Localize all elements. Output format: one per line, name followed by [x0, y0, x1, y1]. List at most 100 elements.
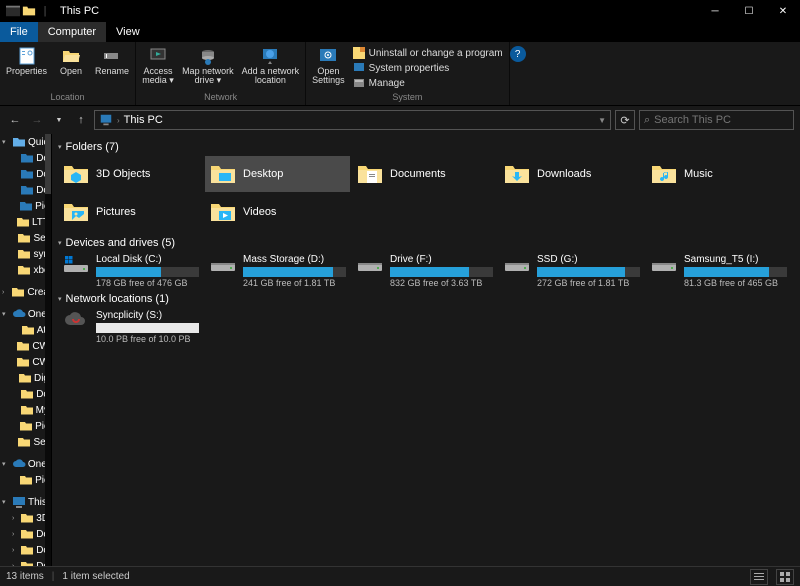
access-media-button[interactable]: Access media ▾: [140, 44, 176, 92]
tree-item[interactable]: Do: [0, 166, 51, 182]
address-text: This PC: [124, 114, 163, 126]
close-button[interactable]: ✕: [766, 0, 800, 22]
tree-item[interactable]: Att: [0, 322, 51, 338]
sidebar-scrollbar[interactable]: [45, 134, 51, 566]
tree-item[interactable]: Ser: [0, 230, 51, 246]
drive-usage-bar: [390, 267, 493, 277]
add-location-button[interactable]: Add a network location: [240, 44, 302, 92]
nav-bar: ← → ▼ ↑ › This PC ▼ ⟳ ⌕: [0, 106, 800, 134]
section-network[interactable]: ▾ Network locations (1): [58, 290, 794, 308]
drive-item[interactable]: Samsung_T5 (I:)81.3 GB free of 465 GB: [646, 252, 791, 290]
up-button[interactable]: ↑: [72, 111, 90, 129]
pc-icon: [99, 113, 113, 127]
qat-divider: |: [38, 4, 52, 18]
window-title: This PC: [60, 5, 99, 17]
refresh-button[interactable]: ⟳: [615, 110, 635, 130]
history-dropdown[interactable]: ▼: [50, 111, 68, 129]
tree-item[interactable]: ▾Onel: [0, 306, 51, 322]
tree-item[interactable]: Pic: [0, 198, 51, 214]
drive-item[interactable]: SSD (G:)272 GB free of 1.81 TB: [499, 252, 644, 290]
chevron-down-icon: ▾: [58, 143, 62, 151]
tree-item[interactable]: Do: [0, 182, 51, 198]
folder-label: Videos: [243, 206, 276, 218]
search-box[interactable]: ⌕: [639, 110, 794, 130]
folder-item[interactable]: 3D Objects: [58, 156, 203, 192]
section-drives[interactable]: ▾ Devices and drives (5): [58, 234, 794, 252]
qat-folder-icon[interactable]: [22, 4, 36, 18]
tree-item[interactable]: ›3D: [0, 510, 51, 526]
open-button[interactable]: Open: [53, 44, 89, 92]
rename-button[interactable]: Rename: [93, 44, 131, 92]
folder-label: Music: [684, 168, 713, 180]
back-button[interactable]: ←: [6, 111, 24, 129]
folder-item[interactable]: Documents: [352, 156, 497, 192]
folder-label: Pictures: [96, 206, 136, 218]
properties-button[interactable]: Properties: [4, 44, 49, 92]
search-input[interactable]: [654, 114, 789, 126]
tree-item[interactable]: Ser: [0, 434, 51, 450]
tree-item[interactable]: ›Do: [0, 558, 51, 566]
folder-label: Downloads: [537, 168, 591, 180]
status-item-count: 13 items: [6, 571, 44, 582]
forward-button[interactable]: →: [28, 111, 46, 129]
folder-label: 3D Objects: [96, 168, 150, 180]
tree-item[interactable]: My: [0, 402, 51, 418]
tree-item[interactable]: xbc: [0, 262, 51, 278]
tree-item[interactable]: ›De: [0, 526, 51, 542]
folder-item[interactable]: Downloads: [499, 156, 644, 192]
system-properties-button[interactable]: System properties: [351, 61, 505, 75]
drive-item[interactable]: Drive (F:)832 GB free of 3.63 TB: [352, 252, 497, 290]
chevron-down-icon: ▾: [58, 239, 62, 247]
tree-item[interactable]: Pic: [0, 472, 51, 488]
folder-item[interactable]: Desktop: [205, 156, 350, 192]
tree-item[interactable]: De: [0, 150, 51, 166]
drive-free-text: 81.3 GB free of 465 GB: [684, 278, 787, 288]
ribbon-group-location: Properties Open Rename Location: [0, 42, 136, 105]
tree-item[interactable]: LTT: [0, 214, 51, 230]
address-bar[interactable]: › This PC ▼: [94, 110, 611, 130]
open-settings-button[interactable]: Open Settings: [310, 44, 347, 92]
folder-label: Desktop: [243, 168, 283, 180]
content-area: ▾ Folders (7) 3D Objects Desktop Documents…: [52, 134, 800, 566]
tab-computer[interactable]: Computer: [38, 22, 106, 42]
tab-view[interactable]: View: [106, 22, 150, 42]
tab-file[interactable]: File: [0, 22, 38, 42]
drive-free-text: 272 GB free of 1.81 TB: [537, 278, 640, 288]
view-details-button[interactable]: [750, 569, 768, 585]
ribbon: Properties Open Rename Location Access m…: [0, 42, 800, 106]
tree-item[interactable]: Do: [0, 386, 51, 402]
tree-item[interactable]: CW: [0, 354, 51, 370]
tree-item[interactable]: CW: [0, 338, 51, 354]
tree-item[interactable]: ▾This: [0, 494, 51, 510]
drive-free-text: 832 GB free of 3.63 TB: [390, 278, 493, 288]
network-location-item[interactable]: Syncplicity (S:)10.0 PB free of 10.0 PB: [58, 308, 203, 346]
tree-item[interactable]: Dig: [0, 370, 51, 386]
chevron-down-icon[interactable]: ▼: [598, 116, 606, 125]
tree-item[interactable]: ›Crea: [0, 284, 51, 300]
tree-item[interactable]: syn: [0, 246, 51, 262]
map-drive-button[interactable]: Map network drive ▾: [180, 44, 236, 92]
tree-item[interactable]: ▾Onel: [0, 456, 51, 472]
tree-item[interactable]: Pic: [0, 418, 51, 434]
title-bar: | This PC ─ ☐ ✕: [0, 0, 800, 22]
ribbon-tabs: File Computer View: [0, 22, 800, 42]
drive-free-text: 10.0 PB free of 10.0 PB: [96, 334, 199, 344]
tree-item[interactable]: ▾Quic: [0, 134, 51, 150]
folder-item[interactable]: Videos: [205, 194, 350, 230]
help-icon[interactable]: ?: [510, 46, 526, 62]
chevron-down-icon: ▾: [58, 295, 62, 303]
folder-item[interactable]: Pictures: [58, 194, 203, 230]
uninstall-program-button[interactable]: Uninstall or change a program: [351, 46, 505, 60]
view-icons-button[interactable]: [776, 569, 794, 585]
maximize-button[interactable]: ☐: [732, 0, 766, 22]
app-icon: [6, 4, 20, 18]
manage-button[interactable]: Manage: [351, 76, 505, 90]
section-folders[interactable]: ▾ Folders (7): [58, 138, 794, 156]
drive-name: Mass Storage (D:): [243, 254, 346, 265]
tree-item[interactable]: ›Do: [0, 542, 51, 558]
drive-item[interactable]: Mass Storage (D:)241 GB free of 1.81 TB: [205, 252, 350, 290]
drive-item[interactable]: Local Disk (C:)178 GB free of 476 GB: [58, 252, 203, 290]
minimize-button[interactable]: ─: [698, 0, 732, 22]
folder-item[interactable]: Music: [646, 156, 791, 192]
nav-tree[interactable]: ▾QuicDeDoDoPicLTTSersynxbc›Crea▾OnelAttC…: [0, 134, 52, 566]
